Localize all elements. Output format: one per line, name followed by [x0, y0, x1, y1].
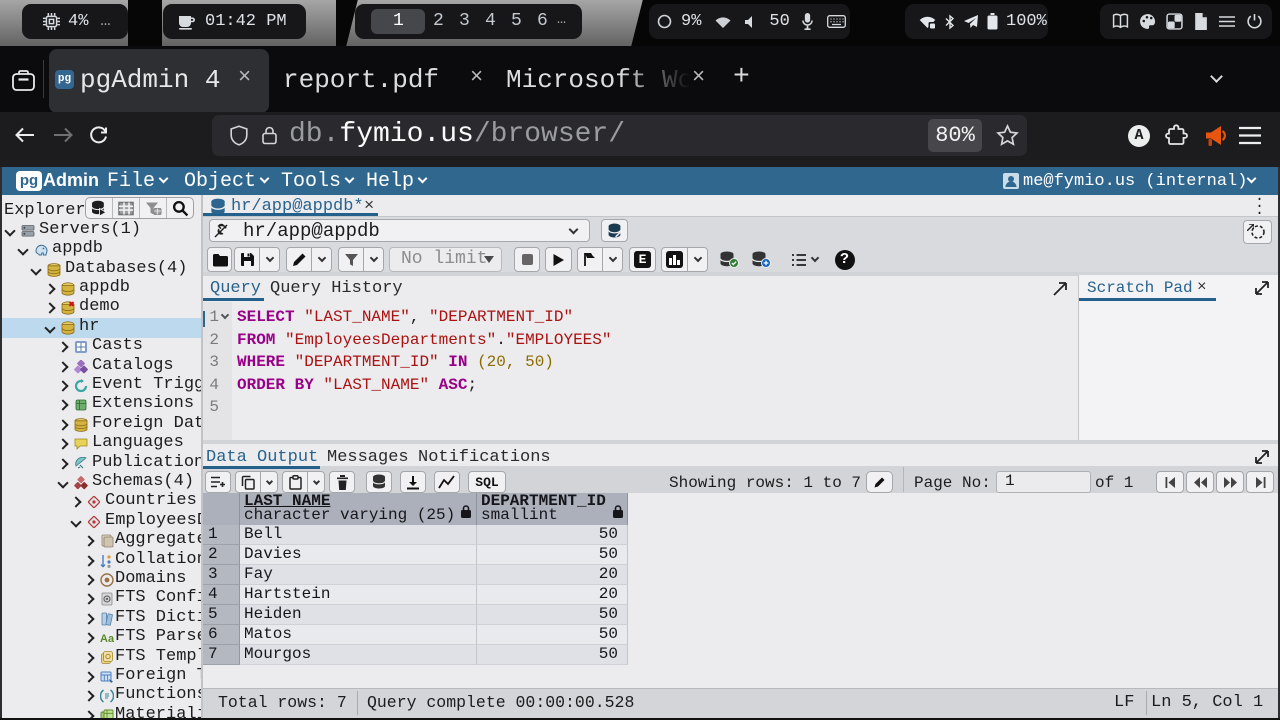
svg-text:Aa: Aa — [100, 633, 114, 645]
